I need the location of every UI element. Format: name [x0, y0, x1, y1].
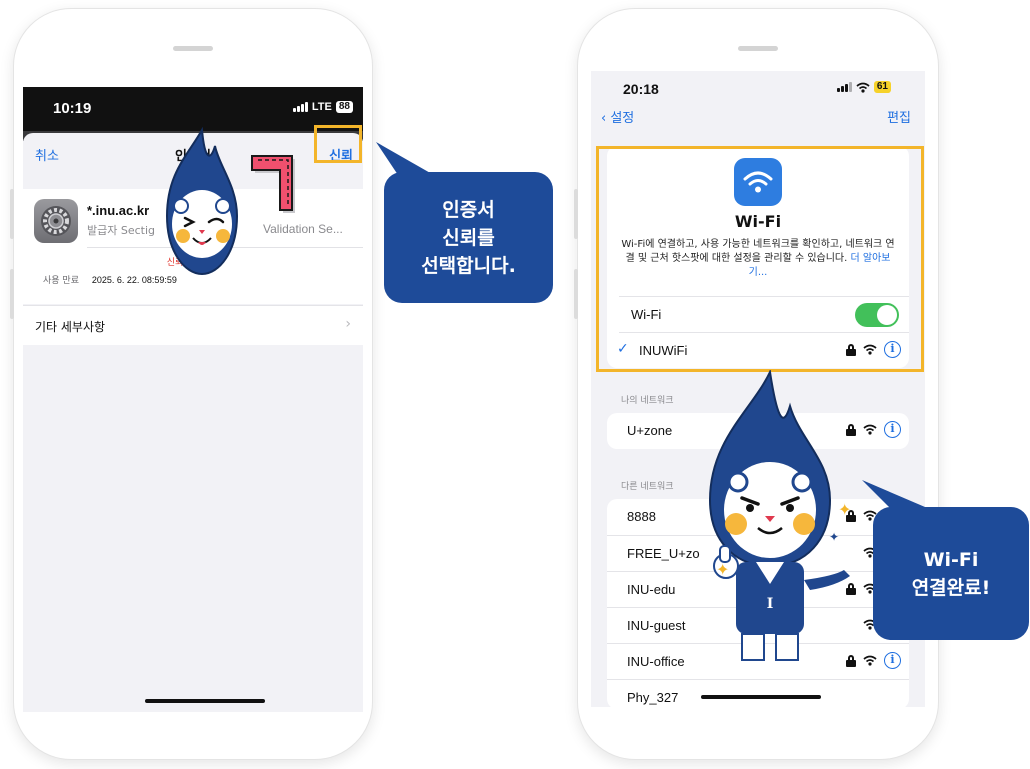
left-phone-frame: 10:19 LTE 88 취소 인증서 신뢰 [10, 8, 373, 760]
network-type: LTE [311, 101, 332, 113]
more-details-row[interactable]: 기타 세부사항 › [23, 305, 363, 345]
phone-speaker [173, 46, 213, 51]
nav-bar: ‹ 설정 편집 [591, 101, 925, 131]
callout-wifi-connected: Wi-Fi 연결완료! [873, 507, 1029, 640]
status-time: 10:19 [53, 100, 92, 117]
volume-button [10, 189, 14, 239]
network-name: INU-guest [627, 618, 686, 633]
status-indicators: LTE 88 [292, 101, 353, 113]
certificate-issuer: 발급자 Sectig [87, 224, 156, 237]
home-indicator [145, 699, 265, 703]
info-icon[interactable]: i [884, 421, 901, 438]
svg-text:I: I [767, 596, 774, 612]
network-name: U+zone [627, 423, 673, 438]
edit-button[interactable]: 편집 [887, 107, 911, 126]
status-bar: 20:18 61 [591, 71, 925, 101]
network-name: INU-office [627, 654, 685, 669]
signal-icon [292, 102, 308, 112]
phone-speaker [738, 46, 778, 51]
callout-select-trust: 인증서 신뢰를 선택합니다. [384, 172, 553, 303]
sparkle-icon: ✦ [838, 500, 852, 519]
trust-highlight-box [314, 125, 362, 163]
signal-icon [836, 82, 852, 92]
callout-line: 인증서 [442, 198, 495, 221]
expiry-value: 2025. 6. 22. 08:59:59 [91, 275, 177, 285]
network-name: INU-edu [627, 582, 676, 597]
callout-line: 선택합니다. [421, 254, 516, 277]
other-networks-label: 다른 네트워크 [621, 482, 674, 492]
pointer-arrow-icon [251, 155, 295, 213]
mascot-character [165, 126, 239, 276]
tutorial-canvas: 10:19 LTE 88 취소 인증서 신뢰 [0, 0, 1030, 769]
status-time: 20:18 [623, 81, 659, 97]
mascot-character: I [708, 370, 850, 661]
volume-button [574, 269, 578, 319]
chevron-left-icon: ‹ [601, 111, 611, 126]
my-networks-label: 나의 네트워크 [621, 396, 674, 406]
callout-line: 연결완료! [911, 576, 991, 599]
volume-button [10, 269, 14, 319]
network-row[interactable]: Phy_327 [607, 679, 909, 707]
settings-gear-icon [34, 199, 78, 243]
sparkle-icon: ✦ [829, 530, 840, 544]
callout-line: 신뢰를 [442, 226, 495, 249]
back-button[interactable]: ‹ 설정 [601, 107, 634, 126]
sparkle-icon: ✦ [716, 560, 730, 579]
home-indicator [701, 695, 821, 699]
network-name: 8888 [627, 509, 656, 524]
more-details-label: 기타 세부사항 [35, 320, 106, 334]
certificate-issuer-tail: Validation Se... [263, 222, 343, 236]
battery-icon: 61 [873, 81, 891, 93]
network-name: FREE_U+zo [627, 546, 700, 561]
status-indicators: 61 [836, 81, 891, 93]
info-icon[interactable]: i [884, 652, 901, 669]
battery-icon: 88 [335, 101, 353, 113]
status-bar: 10:19 LTE 88 [23, 87, 363, 131]
back-label: 설정 [610, 111, 635, 126]
wifi-status-icon [856, 82, 870, 93]
chevron-right-icon: › [345, 316, 351, 332]
callout-line: Wi-Fi [923, 548, 979, 571]
expiry-label: 사용 만료 [43, 276, 79, 286]
network-name: Phy_327 [627, 690, 679, 705]
wifi-highlight-box [596, 146, 924, 372]
volume-button [574, 189, 578, 239]
certificate-name: *.inu.ac.kr [87, 203, 150, 218]
